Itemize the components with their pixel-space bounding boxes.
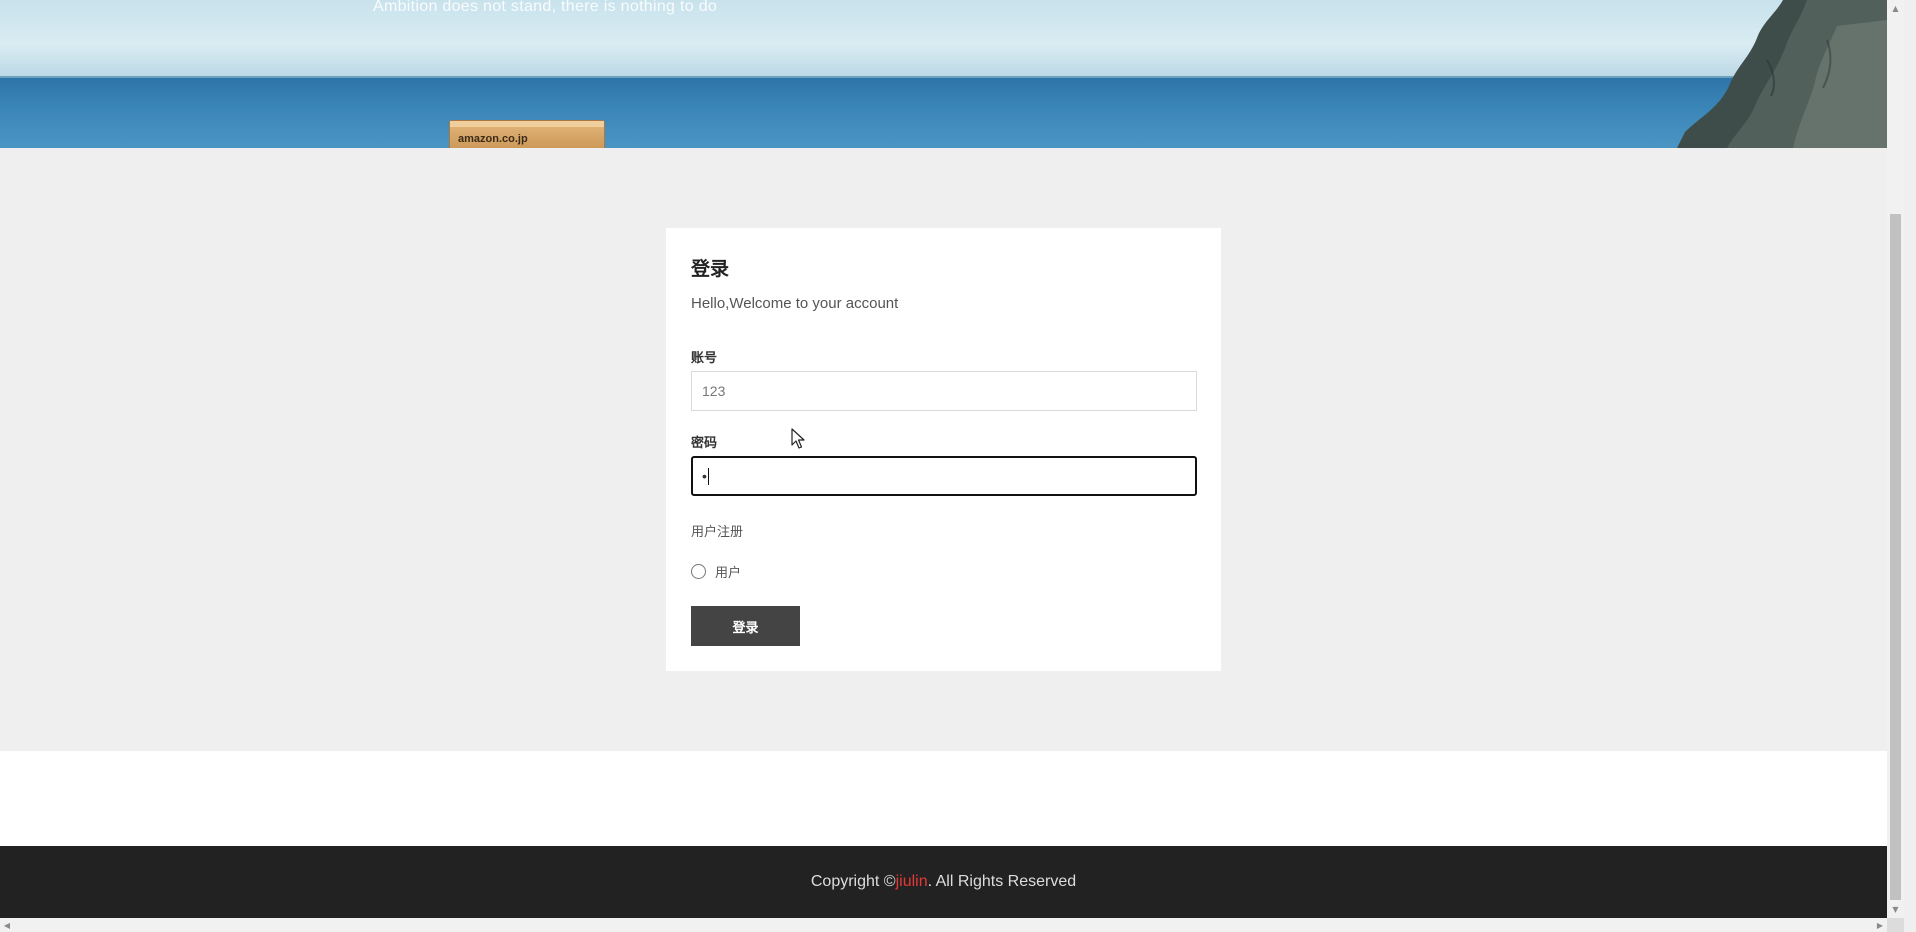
mouse-pointer-icon [791, 428, 805, 449]
hero-banner: Ambition does not stand, there is nothin… [0, 0, 1887, 148]
account-input[interactable]: 123 [691, 371, 1197, 411]
hero-package-box: amazon.co.jp [449, 120, 605, 148]
password-input-value: • [702, 468, 707, 484]
hero-cliff-image [1677, 0, 1887, 148]
hero-tagline: Ambition does not stand, there is nothin… [373, 0, 718, 15]
chevron-left-icon[interactable]: ◀ [0, 918, 14, 932]
footer: Copyright © jiulin . All Rights Reserved [0, 846, 1887, 918]
account-label: 账号 [691, 351, 718, 366]
account-input-value: 123 [702, 383, 726, 399]
chevron-up-icon[interactable]: ▲ [1887, 0, 1904, 17]
footer-brand-link[interactable]: jiulin [896, 873, 928, 891]
password-input[interactable]: • [691, 456, 1197, 496]
vertical-scrollbar[interactable]: ▲ ▼ [1887, 0, 1904, 918]
horizontal-scrollbar[interactable]: ◀ ▶ [0, 918, 1887, 932]
vertical-scrollbar-thumb[interactable] [1890, 214, 1901, 900]
login-subtitle: Hello,Welcome to your account [691, 295, 899, 312]
login-title: 登录 [691, 258, 730, 280]
login-button[interactable]: 登录 [691, 606, 800, 646]
scrollbar-corner [1887, 918, 1904, 932]
password-label: 密码 [691, 436, 718, 451]
text-caret [707, 467, 709, 485]
footer-copyright-prefix: Copyright © [810, 873, 896, 890]
register-label: 用户注册 [691, 525, 744, 540]
hero-package-label: amazon.co.jp [458, 133, 528, 145]
chevron-down-icon[interactable]: ▼ [1887, 901, 1904, 918]
login-card: 登录 Hello,Welcome to your account 账号 123 … [666, 228, 1221, 671]
radio-user[interactable] [691, 564, 706, 579]
chevron-right-icon[interactable]: ▶ [1873, 918, 1887, 932]
content-spacer [0, 751, 1887, 846]
page: Ambition does not stand, there is nothin… [0, 0, 1887, 918]
radio-user-option[interactable]: 用户 [691, 562, 741, 581]
footer-copyright-suffix: . All Rights Reserved [927, 873, 1077, 890]
radio-user-label: 用户 [715, 566, 742, 581]
